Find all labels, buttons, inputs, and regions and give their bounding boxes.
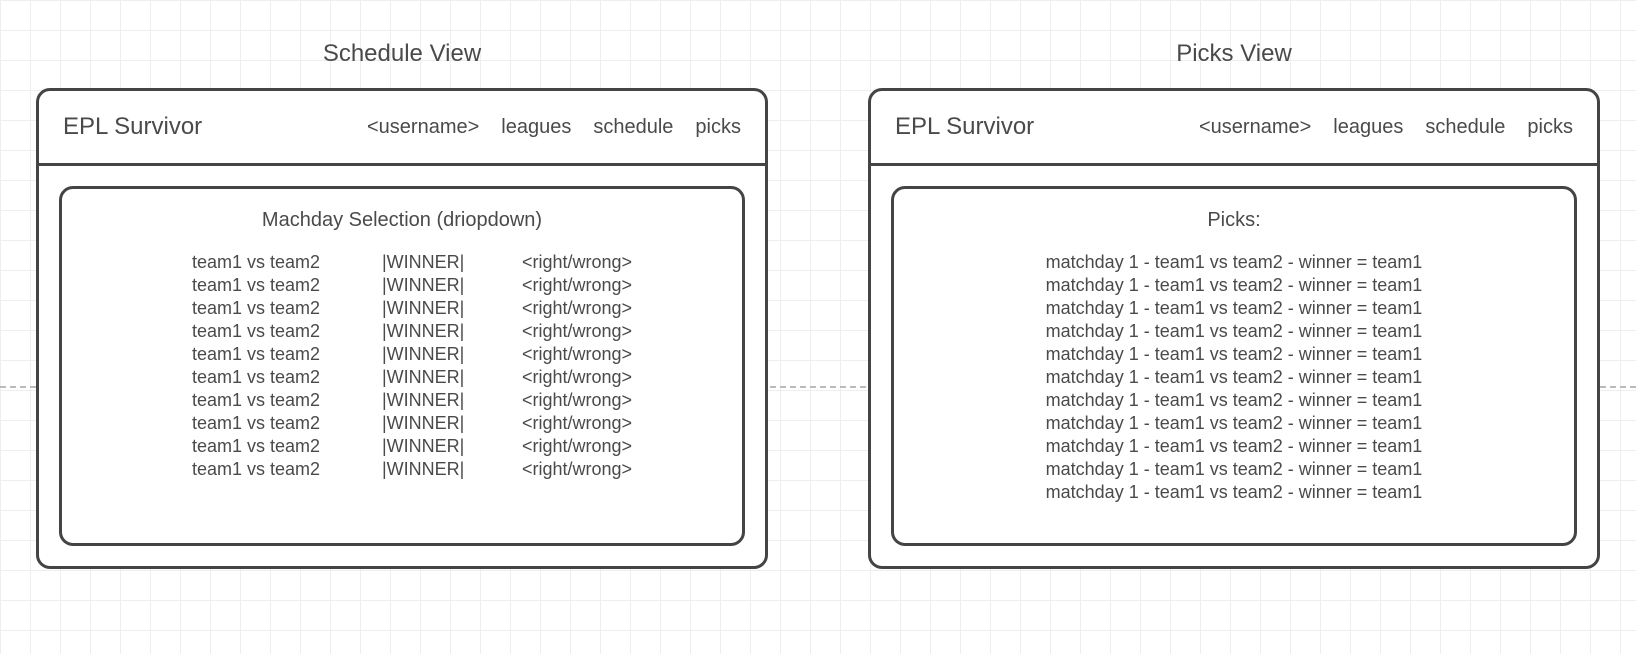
pick-row: matchday 1 - team1 vs team2 - winner = t… <box>1046 390 1423 411</box>
picks-header: EPL Survivor <username> leagues schedule… <box>871 91 1597 166</box>
schedule-rows: team1 vs team2 |WINNER| <right/wrong> te… <box>92 252 712 480</box>
result-label: <right/wrong> <box>522 275 642 296</box>
pick-row: matchday 1 - team1 vs team2 - winner = t… <box>1046 459 1423 480</box>
result-label: <right/wrong> <box>522 390 642 411</box>
winner-label: |WINNER| <box>382 321 482 342</box>
pick-row: matchday 1 - team1 vs team2 - winner = t… <box>1046 321 1423 342</box>
schedule-window: EPL Survivor <username> leagues schedule… <box>36 88 768 569</box>
schedule-row: team1 vs team2 |WINNER| <right/wrong> <box>192 275 712 296</box>
schedule-row: team1 vs team2 |WINNER| <right/wrong> <box>192 298 712 319</box>
schedule-view-column: Schedule View EPL Survivor <username> le… <box>36 40 768 569</box>
picks-rows: matchday 1 - team1 vs team2 - winner = t… <box>924 252 1544 503</box>
winner-label: |WINNER| <box>382 367 482 388</box>
match-label: team1 vs team2 <box>192 436 342 457</box>
winner-label: |WINNER| <box>382 275 482 296</box>
pick-row: matchday 1 - team1 vs team2 - winner = t… <box>1046 367 1423 388</box>
winner-label: |WINNER| <box>382 390 482 411</box>
matchday-dropdown[interactable]: Machday Selection (driopdown) <box>92 209 712 232</box>
schedule-row: team1 vs team2 |WINNER| <right/wrong> <box>192 413 712 434</box>
schedule-row: team1 vs team2 |WINNER| <right/wrong> <box>192 252 712 273</box>
picks-view-label: Picks View <box>868 40 1600 68</box>
nav-leagues[interactable]: leagues <box>1333 116 1403 139</box>
schedule-row: team1 vs team2 |WINNER| <right/wrong> <box>192 436 712 457</box>
result-label: <right/wrong> <box>522 459 642 480</box>
schedule-row: team1 vs team2 |WINNER| <right/wrong> <box>192 321 712 342</box>
winner-label: |WINNER| <box>382 298 482 319</box>
nav-leagues[interactable]: leagues <box>501 116 571 139</box>
winner-label: |WINNER| <box>382 436 482 457</box>
picks-window: EPL Survivor <username> leagues schedule… <box>868 88 1600 569</box>
result-label: <right/wrong> <box>522 344 642 365</box>
result-label: <right/wrong> <box>522 413 642 434</box>
winner-label: |WINNER| <box>382 459 482 480</box>
nav-picks[interactable]: picks <box>1527 116 1573 139</box>
pick-row: matchday 1 - team1 vs team2 - winner = t… <box>1046 252 1423 273</box>
schedule-content: Machday Selection (driopdown) team1 vs t… <box>59 186 745 546</box>
result-label: <right/wrong> <box>522 436 642 457</box>
result-label: <right/wrong> <box>522 298 642 319</box>
schedule-nav: <username> leagues schedule picks <box>367 116 741 139</box>
nav-username[interactable]: <username> <box>1199 116 1311 139</box>
app-title: EPL Survivor <box>63 113 202 141</box>
picks-content: Picks: matchday 1 - team1 vs team2 - win… <box>891 186 1577 546</box>
pick-row: matchday 1 - team1 vs team2 - winner = t… <box>1046 482 1423 503</box>
match-label: team1 vs team2 <box>192 252 342 273</box>
pick-row: matchday 1 - team1 vs team2 - winner = t… <box>1046 298 1423 319</box>
match-label: team1 vs team2 <box>192 344 342 365</box>
schedule-row: team1 vs team2 |WINNER| <right/wrong> <box>192 367 712 388</box>
schedule-view-label: Schedule View <box>36 40 768 68</box>
schedule-header: EPL Survivor <username> leagues schedule… <box>39 91 765 166</box>
nav-username[interactable]: <username> <box>367 116 479 139</box>
match-label: team1 vs team2 <box>192 390 342 411</box>
result-label: <right/wrong> <box>522 367 642 388</box>
picks-view-column: Picks View EPL Survivor <username> leagu… <box>868 40 1600 569</box>
match-label: team1 vs team2 <box>192 275 342 296</box>
match-label: team1 vs team2 <box>192 413 342 434</box>
picks-title: Picks: <box>924 209 1544 232</box>
nav-picks[interactable]: picks <box>695 116 741 139</box>
match-label: team1 vs team2 <box>192 367 342 388</box>
pick-row: matchday 1 - team1 vs team2 - winner = t… <box>1046 275 1423 296</box>
match-label: team1 vs team2 <box>192 298 342 319</box>
schedule-row: team1 vs team2 |WINNER| <right/wrong> <box>192 344 712 365</box>
app-title: EPL Survivor <box>895 113 1034 141</box>
schedule-row: team1 vs team2 |WINNER| <right/wrong> <box>192 459 712 480</box>
nav-schedule[interactable]: schedule <box>593 116 673 139</box>
schedule-row: team1 vs team2 |WINNER| <right/wrong> <box>192 390 712 411</box>
winner-label: |WINNER| <box>382 413 482 434</box>
nav-schedule[interactable]: schedule <box>1425 116 1505 139</box>
result-label: <right/wrong> <box>522 252 642 273</box>
match-label: team1 vs team2 <box>192 459 342 480</box>
pick-row: matchday 1 - team1 vs team2 - winner = t… <box>1046 436 1423 457</box>
picks-nav: <username> leagues schedule picks <box>1199 116 1573 139</box>
pick-row: matchday 1 - team1 vs team2 - winner = t… <box>1046 344 1423 365</box>
pick-row: matchday 1 - team1 vs team2 - winner = t… <box>1046 413 1423 434</box>
result-label: <right/wrong> <box>522 321 642 342</box>
winner-label: |WINNER| <box>382 344 482 365</box>
match-label: team1 vs team2 <box>192 321 342 342</box>
winner-label: |WINNER| <box>382 252 482 273</box>
